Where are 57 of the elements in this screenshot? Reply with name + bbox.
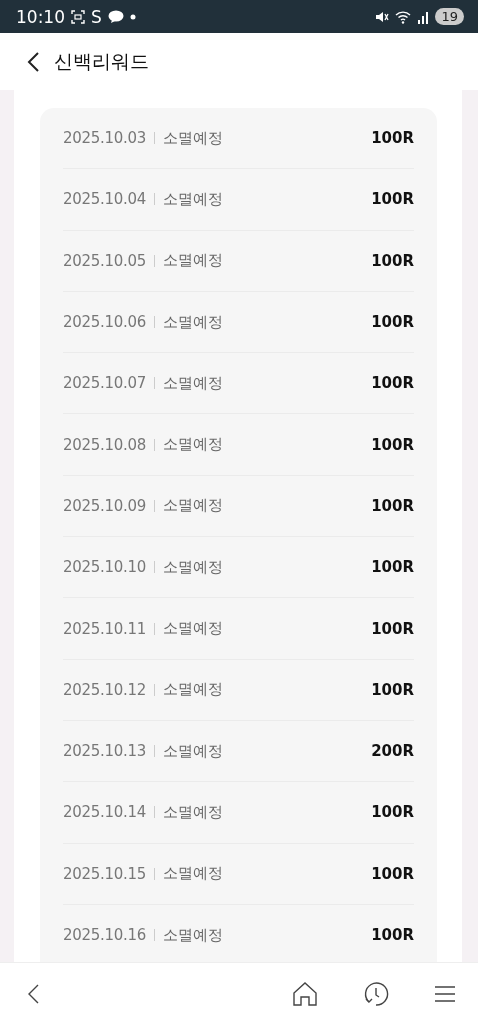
- expiry-date: 2025.10.14: [63, 803, 146, 822]
- expiry-status: 소멸예정: [162, 619, 223, 638]
- expiry-status: 소멸예정: [162, 435, 223, 455]
- reward-amount: 100R: [371, 129, 414, 148]
- expiry-status: 소멸예정: [162, 496, 223, 516]
- expiry-status: 소멸예정: [162, 680, 223, 700]
- battery-level: 19: [435, 8, 464, 25]
- back-icon[interactable]: [26, 50, 40, 73]
- notification-dot-icon: [129, 13, 136, 20]
- signal-icon: [417, 9, 430, 24]
- reward-amount: 100R: [371, 190, 414, 209]
- wifi-icon: [395, 9, 412, 24]
- expiry-status: 소멸예정: [162, 373, 223, 393]
- expiry-date: 2025.10.04: [63, 190, 146, 209]
- expiry-date: 2025.10.03: [63, 129, 146, 148]
- expiry-date: 2025.10.07: [63, 374, 146, 393]
- expiry-status: 소멸예정: [162, 925, 223, 945]
- expiry-date: 2025.10.06: [63, 313, 146, 332]
- reward-amount: 100R: [371, 926, 414, 944]
- reward-amount: 100R: [371, 619, 414, 638]
- reward-amount: 100R: [371, 496, 414, 515]
- expiry-date: 2025.10.10: [63, 558, 146, 577]
- reward-amount: 100R: [371, 803, 414, 822]
- history-icon[interactable]: [362, 979, 390, 1008]
- home-icon[interactable]: [292, 980, 318, 1007]
- expiry-status: 소멸예정: [162, 741, 223, 761]
- expiry-date: 2025.10.08: [63, 435, 146, 454]
- reward-amount: 100R: [371, 864, 414, 883]
- reward-amount: 100R: [371, 374, 414, 393]
- back-icon[interactable]: [26, 982, 40, 1005]
- reward-amount: 200R: [371, 742, 414, 761]
- reward-amount: 100R: [371, 558, 414, 577]
- reward-amount: 100R: [371, 680, 414, 699]
- menu-icon[interactable]: [434, 984, 456, 1003]
- chat-bubble-icon: [107, 9, 124, 24]
- expiry-status: 소멸예정: [162, 251, 223, 271]
- status-app-letter: S: [91, 6, 102, 27]
- page-title: 신백리워드: [54, 48, 149, 74]
- mute-icon: [375, 9, 390, 24]
- expiry-status: 소멸예정: [162, 128, 223, 148]
- expiry-date: 2025.10.12: [63, 680, 146, 699]
- expiry-status: 소멸예정: [162, 189, 223, 209]
- status-time: 10:10: [16, 6, 65, 27]
- expiry-status: 소멸예정: [162, 557, 223, 577]
- reward-amount: 100R: [371, 251, 414, 270]
- expiry-date: 2025.10.09: [63, 496, 146, 515]
- expiry-date: 2025.10.15: [63, 864, 146, 883]
- reward-amount: 100R: [371, 435, 414, 454]
- expiry-date: 2025.10.05: [63, 251, 146, 270]
- expiry-date: 2025.10.13: [63, 742, 146, 761]
- expiry-date: 2025.10.11: [63, 619, 146, 638]
- screenshot-icon: [71, 9, 85, 24]
- expiry-status: 소멸예정: [162, 802, 223, 822]
- reward-amount: 100R: [371, 313, 414, 332]
- expiry-status: 소멸예정: [162, 864, 223, 884]
- expiry-status: 소멸예정: [162, 312, 223, 332]
- expiry-date: 2025.10.16: [63, 926, 146, 944]
